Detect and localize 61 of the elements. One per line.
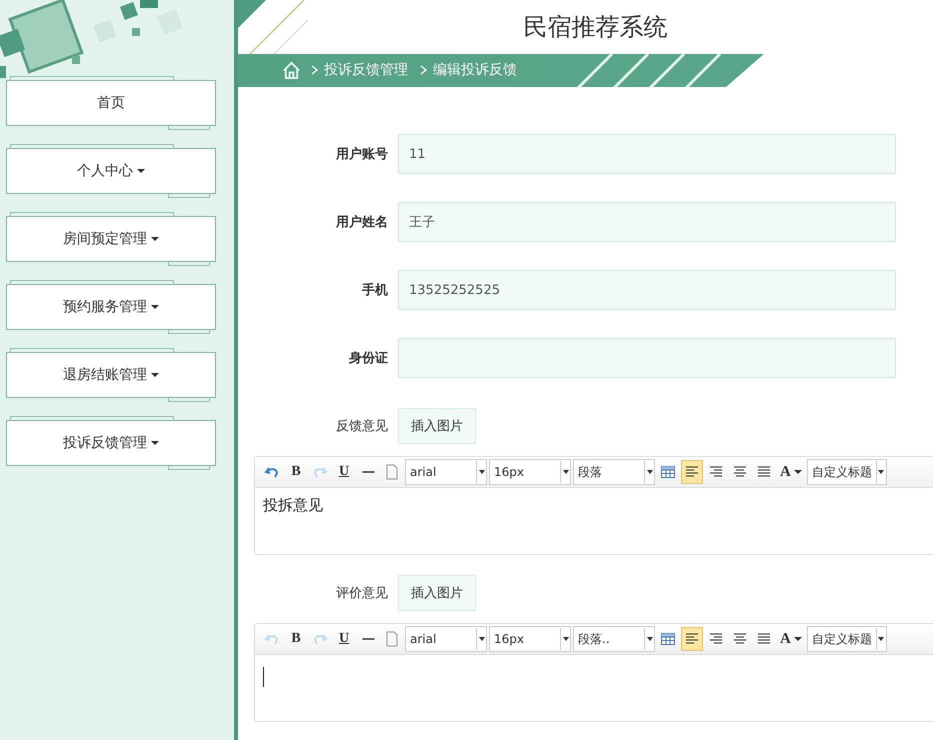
sidebar-item[interactable]: 房间预定管理: [6, 216, 216, 262]
breadcrumb-separator-icon: [311, 65, 318, 76]
dropdown-arrow-icon: [560, 628, 570, 650]
dropdown[interactable]: 16px: [489, 459, 571, 485]
caret-icon: [151, 305, 159, 309]
field-label: 评价意见: [335, 585, 388, 602]
underline-button[interactable]: U: [333, 460, 355, 484]
sidebar-item[interactable]: 个人中心: [6, 148, 216, 194]
text-cursor-icon: [263, 667, 264, 687]
sidebar-item[interactable]: 预约服务管理: [6, 284, 216, 330]
dropdown[interactable]: 16px: [489, 626, 571, 652]
insert-image-button[interactable]: 插入图片: [398, 408, 476, 444]
caret-icon: [794, 637, 802, 641]
dropdown-arrow-icon: [876, 628, 886, 650]
dropdown-arrow-icon: [876, 461, 886, 483]
dropdown[interactable]: 段落..: [573, 626, 655, 652]
insert-image-button[interactable]: 插入图片: [398, 575, 476, 611]
caret-icon: [137, 169, 145, 173]
dropdown-arrow-icon: [644, 461, 654, 483]
table-icon: [660, 464, 676, 480]
sidebar-item[interactable]: 退房结账管理: [6, 352, 216, 398]
dropdown[interactable]: arial: [405, 626, 487, 652]
align-left-button[interactable]: [681, 460, 703, 484]
dropdown[interactable]: 自定义标题: [806, 459, 887, 485]
caret-icon: [151, 373, 159, 377]
field-label: 反馈意见: [335, 418, 388, 435]
font-color-button[interactable]: A: [777, 460, 805, 484]
underline-button[interactable]: U: [333, 627, 355, 651]
caret-icon: [794, 470, 802, 474]
page-icon: [384, 464, 400, 480]
dropdown[interactable]: arial: [405, 459, 487, 485]
input-field[interactable]: 11: [398, 134, 896, 174]
dropdown[interactable]: 自定义标题: [806, 626, 887, 652]
caret-icon: [151, 237, 159, 241]
field-label: 用户账号: [334, 146, 388, 163]
dropdown-arrow-icon: [644, 628, 654, 650]
page-icon: [384, 631, 400, 647]
dropdown[interactable]: 段落: [573, 459, 655, 485]
align-left-button[interactable]: [681, 627, 703, 651]
sidebar-item[interactable]: 投诉反馈管理: [6, 420, 216, 466]
system-title: 民宿推荐系统: [522, 12, 668, 43]
dropdown-arrow-icon: [560, 461, 570, 483]
bold-button[interactable]: B: [285, 460, 307, 484]
editor-text: 投拆意见: [263, 496, 324, 515]
field-label: 身份证: [348, 350, 388, 367]
breadcrumb-separator-icon: [420, 65, 427, 76]
caret-icon: [151, 441, 159, 445]
sidebar-item[interactable]: 首页: [6, 80, 216, 126]
dropdown-arrow-icon: [476, 461, 486, 483]
horizontal-line-icon: [362, 638, 374, 640]
input-field[interactable]: [398, 338, 896, 378]
dropdown-arrow-icon: [476, 628, 486, 650]
input-field[interactable]: 13525252525: [398, 270, 896, 310]
field-label: 用户姓名: [334, 214, 388, 231]
font-color-button[interactable]: A: [777, 627, 805, 651]
horizontal-line-icon: [362, 471, 374, 473]
field-label: 手机: [361, 282, 388, 299]
bold-button[interactable]: B: [285, 627, 307, 651]
table-icon: [660, 631, 676, 647]
input-field[interactable]: 王子: [398, 202, 896, 242]
home-icon[interactable]: [282, 60, 301, 80]
